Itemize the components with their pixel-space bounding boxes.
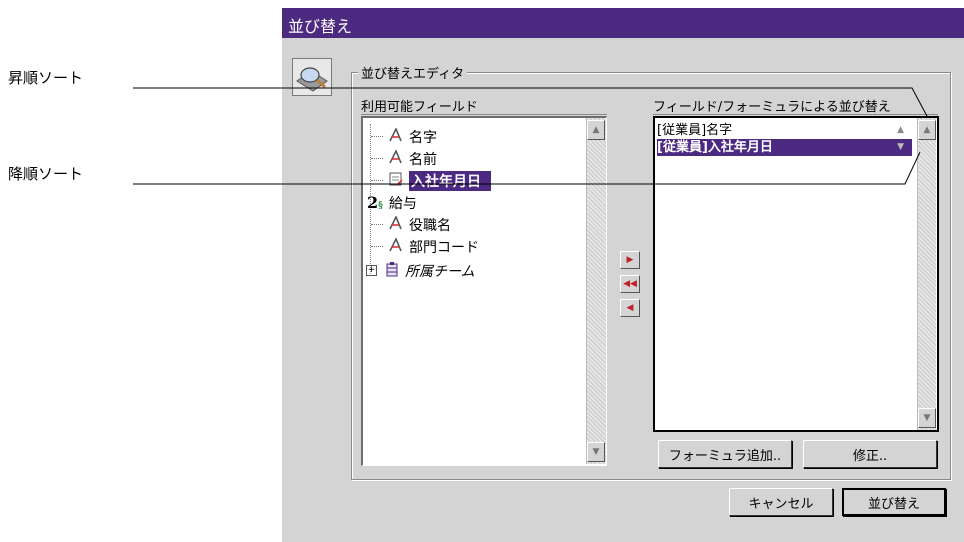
available-fields-label: 利用可能フィールド	[361, 96, 607, 115]
remove-all-arrow-button[interactable]: ◀◀	[620, 275, 640, 293]
field-label: 給与	[388, 195, 417, 212]
title-bar: 並び替え	[282, 8, 964, 38]
sort-fields-label: フィールド/フォーミュラによる並び替え	[653, 96, 938, 115]
numeric-field-icon: 2§	[367, 193, 383, 212]
text-field-icon	[387, 148, 405, 168]
add-formula-button[interactable]: フォーミュラ追加..	[658, 440, 792, 468]
sort-row-selected[interactable]: [従業員]入社年月日 ▼	[657, 139, 912, 156]
field-item[interactable]: 部門コード	[371, 236, 479, 257]
scroll-up-button[interactable]: ▲	[587, 120, 605, 140]
field-item[interactable]: 名前	[371, 148, 437, 169]
text-field-icon	[387, 214, 405, 234]
callout-descending-label: 降順ソート	[8, 165, 84, 183]
cancel-button[interactable]: キャンセル	[729, 488, 833, 516]
descending-sort-icon[interactable]: ▼	[897, 139, 904, 156]
ascending-sort-icon[interactable]: ▲	[897, 122, 904, 139]
field-label: 入社年月日	[409, 170, 491, 191]
field-label: 所属チーム	[405, 263, 475, 280]
sort-button[interactable]: 並び替え	[842, 488, 946, 516]
field-item[interactable]: 名字	[371, 126, 437, 147]
field-item[interactable]: + 所属チーム	[366, 260, 475, 281]
edit-button[interactable]: 修正..	[803, 440, 937, 468]
field-item-selected[interactable]: 入社年月日	[371, 170, 491, 191]
field-item[interactable]: 役職名	[371, 214, 451, 235]
sort-fields-scrollbar[interactable]: ▲ ▼	[917, 118, 936, 430]
text-field-icon	[387, 126, 405, 146]
dialog-title: 並び替え	[288, 17, 353, 36]
scroll-down-button[interactable]: ▼	[587, 442, 605, 462]
sort-fields-list[interactable]: [従業員]名字 ▲ [従業員]入社年月日 ▼ ▲ ▼	[653, 116, 939, 432]
text-field-icon	[387, 236, 405, 256]
sort-row-label: [従業員]入社年月日	[657, 140, 773, 155]
remove-arrow-button[interactable]: ◀	[620, 299, 640, 317]
table-icon	[383, 261, 401, 281]
date-field-icon	[387, 171, 405, 191]
field-label: 名字	[409, 129, 437, 146]
add-arrow-button[interactable]: ▶	[620, 251, 640, 269]
expand-icon[interactable]: +	[366, 265, 377, 276]
scroll-down-button[interactable]: ▼	[918, 408, 936, 428]
sort-row-label: [従業員]名字	[657, 123, 733, 138]
available-fields-scrollbar[interactable]: ▲ ▼	[586, 118, 606, 464]
field-item[interactable]: 2§ 給与	[367, 192, 417, 213]
scroll-up-button[interactable]: ▲	[918, 120, 936, 140]
available-fields-list[interactable]: 名字 名前 入社年月日 2§ 給与 役職名 部門コード + 所属チーム ▲ ▼	[361, 116, 607, 466]
sort-row[interactable]: [従業員]名字 ▲	[657, 122, 912, 139]
group-title: 並び替えエディタ	[358, 63, 468, 82]
field-label: 名前	[409, 151, 437, 168]
callout-ascending-label: 昇順ソート	[8, 69, 84, 87]
sort-editor-icon	[292, 58, 332, 96]
field-label: 役職名	[409, 217, 451, 234]
field-label: 部門コード	[409, 239, 479, 256]
